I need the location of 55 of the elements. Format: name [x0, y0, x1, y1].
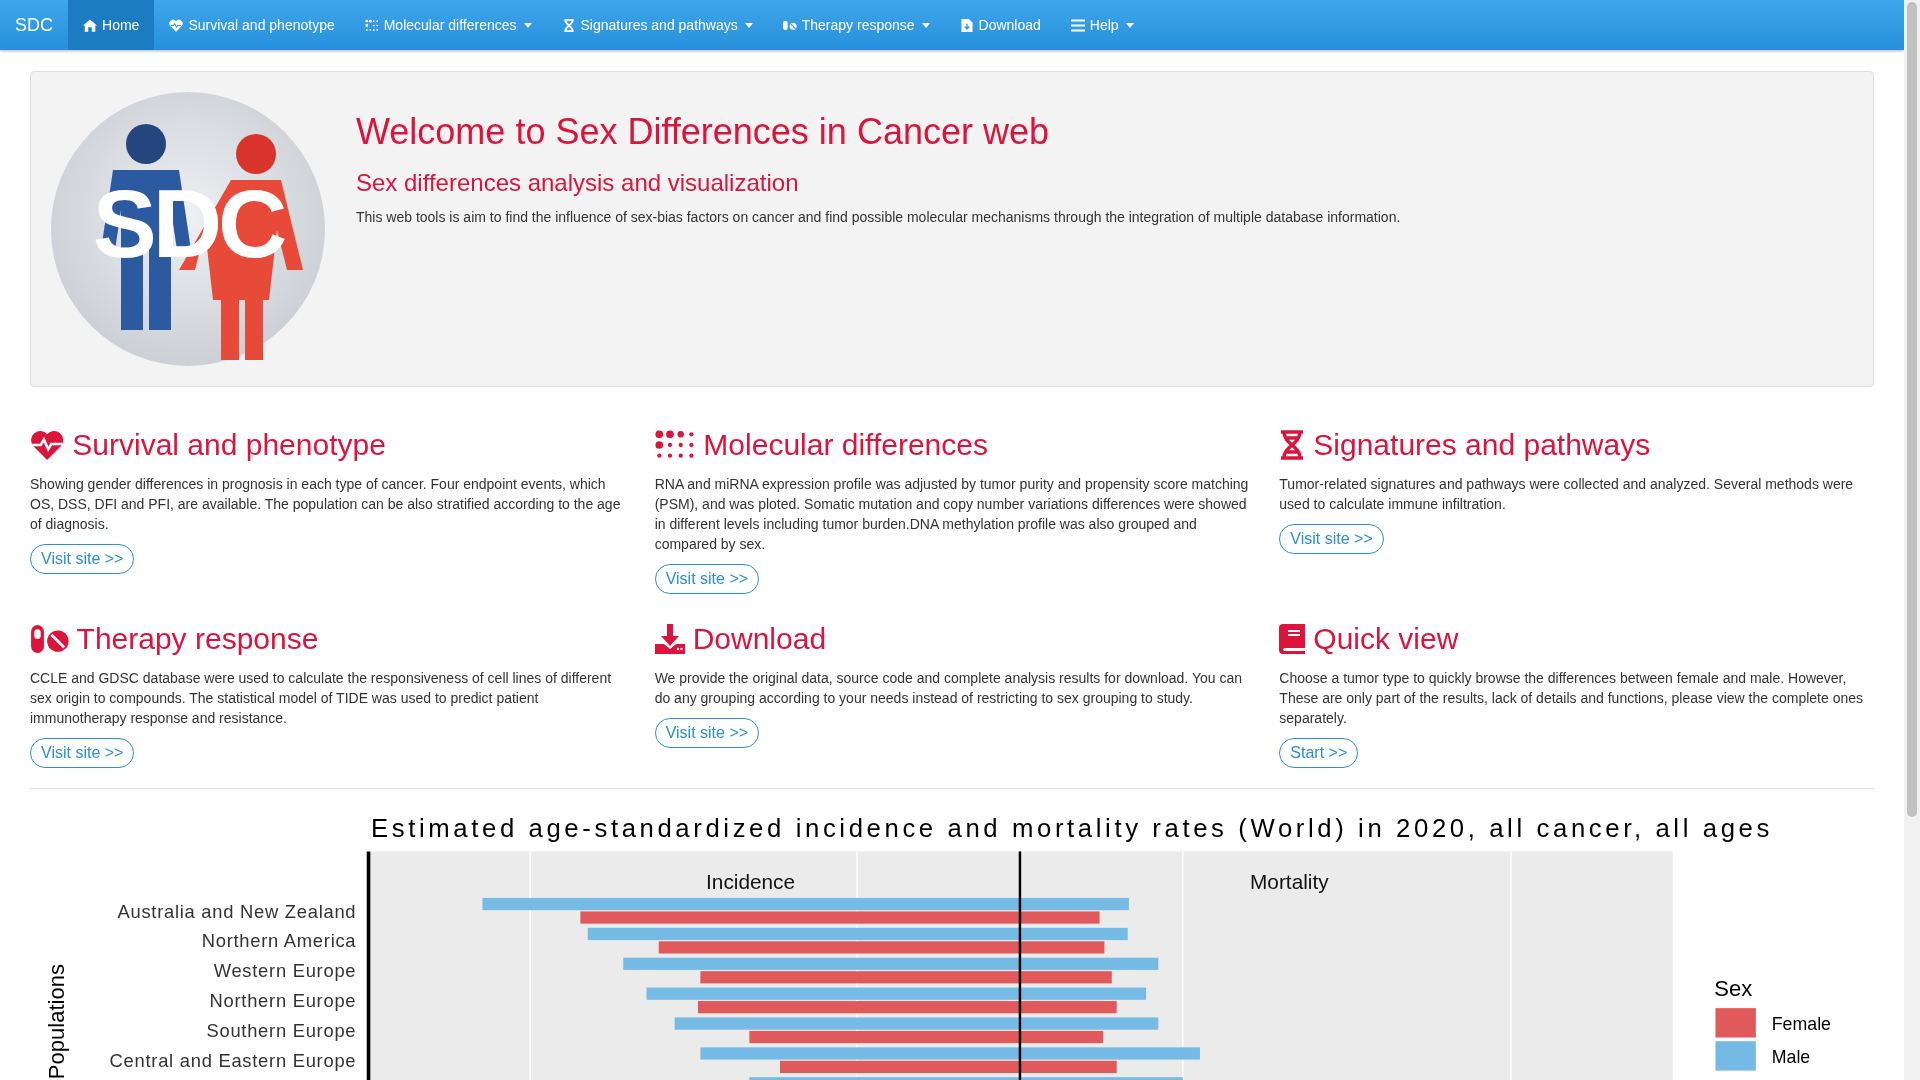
section-title: Quick view: [1313, 622, 1459, 656]
home-icon: [83, 18, 97, 32]
section-text: Showing gender differences in prognosis in each type of cancer. Four endpoint events, which OS, DSS, DFI and PFI, are available. The population can be also stratified according to the age of diagnosis.: [30, 475, 622, 534]
intro-text: This web tools is aim to find the influence of sex-bias factors on cancer and find possible molecular mechanisms through the integration of multiple database information.: [356, 209, 1401, 225]
pills-icon: [782, 18, 797, 32]
axis-label: Southern Europe: [206, 1020, 357, 1042]
section-text: Tumor-related signatures and pathways were collected and analyzed. Several methods were used to calculate immune infiltration.: [1279, 475, 1855, 514]
menu-icon: [1070, 18, 1085, 32]
axis-title: Populations: [43, 964, 69, 1080]
visit-button[interactable]: Visit site >>: [654, 718, 760, 748]
nav-item[interactable]: Signatures and pathways: [546, 0, 768, 50]
axis-label: Central and Eastern Europe: [109, 1049, 357, 1071]
book-icon: [1279, 624, 1306, 654]
axis-label: Northern America: [201, 930, 357, 952]
visit-button[interactable]: Start >>: [1279, 738, 1359, 768]
scrollbar[interactable]: [1904, 0, 1920, 1080]
file-download-icon: [959, 18, 974, 32]
panel-label: Mortality: [1250, 870, 1329, 894]
legend-label: Female: [1771, 1014, 1831, 1035]
axis-label: Australia and New Zealand: [117, 900, 357, 922]
section-text: CCLE and GDSC database were used to calculate the responsiveness of cell lines of different sex origin to compounds. The statistical model of TIDE was used to predict patient immunotherapy response and resistance.: [30, 669, 613, 728]
nav-item[interactable]: Help: [1055, 0, 1149, 50]
page-title: Welcome to Sex Differences in Cancer web: [356, 111, 1050, 153]
visit-button[interactable]: Visit site >>: [1279, 524, 1384, 554]
dots-icon: [364, 18, 379, 32]
legend-label: Male: [1771, 1047, 1811, 1068]
nav-item[interactable]: Home: [68, 0, 155, 50]
section-title: Signatures and pathways: [1313, 428, 1651, 462]
section-title: Molecular differences: [703, 428, 988, 462]
nav-item[interactable]: Therapy response: [767, 0, 945, 50]
axis-label: Western Europe: [213, 960, 357, 982]
pills-icon: [30, 624, 69, 654]
nav-item[interactable]: Download: [944, 0, 1056, 50]
brand-link[interactable]: SDC: [0, 0, 68, 50]
section-text: We provide the original data, source code and complete analysis results for download. You can do any grouping according to your needs instead of restricting to sex grouping to study.: [654, 669, 1243, 708]
section-title: Therapy response: [76, 622, 319, 656]
nav-item[interactable]: Survival and phenotype: [154, 0, 350, 50]
download-icon: [654, 624, 685, 654]
dots-icon: [654, 430, 696, 460]
legend-title: Sex: [1714, 975, 1753, 1001]
axis-label: Northern Europe: [209, 990, 357, 1012]
chart-title: Estimated age-standardized incidence and mortality rates (World) in 2020, all cancer, all ages: [371, 813, 1770, 842]
section-title: Download: [692, 622, 827, 656]
scrollbar-thumb[interactable]: [1907, 2, 1917, 817]
heart-icon: [30, 430, 65, 460]
visit-button[interactable]: Visit site >>: [30, 738, 135, 768]
heart-icon: [169, 18, 184, 32]
section-text: Choose a tumor type to quickly browse the differences between female and male. However, These are only part of the results, lack of details and functions, please view the complete ones separately.: [1279, 669, 1864, 728]
nav-item[interactable]: Molecular differences: [349, 0, 547, 50]
panel-label: Incidence: [706, 870, 796, 894]
visit-button[interactable]: Visit site >>: [654, 564, 760, 594]
section-title: Survival and phenotype: [72, 428, 386, 462]
section-text: RNA and miRNA expression profile was adjusted by tumor purity and propensity score matching (PSM), and was ploted. Somatic mutation and copy number variations differences were showed in different levels including tumor burden.DNA methylation profile was also grouped and compared by sex.: [654, 475, 1250, 554]
page-subtitle: Sex differences analysis and visualization: [356, 169, 800, 197]
visit-button[interactable]: Visit site >>: [30, 544, 135, 574]
